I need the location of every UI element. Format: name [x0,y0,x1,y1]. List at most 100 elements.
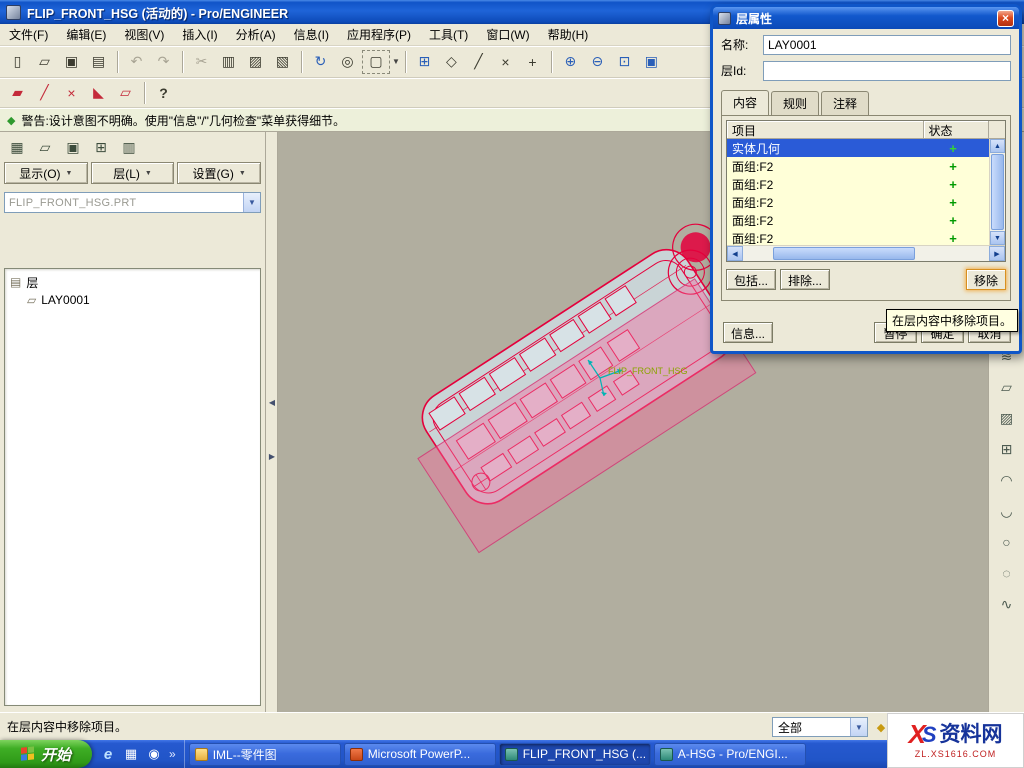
new-file-icon[interactable]: ▯ [5,50,30,74]
grid-tool-icon[interactable]: ⊞ [994,437,1020,461]
draft-tool-icon[interactable]: ▱ [994,375,1020,399]
task-powerpoint[interactable]: Microsoft PowerP... [344,743,496,766]
menu-tools[interactable]: 工具(T) [420,23,477,46]
datum-axes-toggle-icon[interactable]: ╱ [466,50,491,74]
copy-icon[interactable]: ▥ [216,50,241,74]
chevron-down-icon[interactable]: ▼ [850,718,867,736]
sketch-plane-icon[interactable]: ▱ [113,81,138,105]
scrollbar-thumb[interactable] [773,247,916,260]
open-file-icon[interactable]: ▱ [32,50,57,74]
undo-icon[interactable]: ↶ [124,50,149,74]
info-button[interactable]: 信息... [723,322,773,343]
sketch-region-icon[interactable]: ▰ [5,81,30,105]
scroll-right-icon[interactable]: ▶ [989,246,1005,261]
show-desktop-icon[interactable]: ▦ [121,744,141,764]
tree-node-lay0001[interactable]: ▱ LAY0001 [7,291,258,309]
ref-circle-tool-icon[interactable]: ◌ [994,561,1020,585]
chevron-down-icon[interactable]: ▼ [243,193,260,212]
start-button[interactable]: 开始 [0,740,92,768]
selection-filter-combo[interactable]: 全部 ▼ [772,717,868,737]
list-item[interactable]: 面组:F2 + [727,193,989,211]
datum-planes-toggle-icon[interactable]: ◇ [439,50,464,74]
app-icon[interactable] [6,5,21,20]
task-a-hsg[interactable]: A-HSG - Pro/ENGI... [654,743,806,766]
media-player-icon[interactable]: ◉ [144,744,164,764]
selection-filter-dropdown-icon[interactable]: ▼ [392,57,400,66]
internet-explorer-icon[interactable]: e [98,744,118,764]
panel-sash[interactable]: ◀ ▶ [266,132,278,712]
scroll-up-icon[interactable]: ▲ [990,139,1005,153]
menu-file[interactable]: 文件(F) [0,23,57,46]
layer-menu-button[interactable]: 层(L) ▼ [91,162,175,184]
tree-node-layers[interactable]: ▤ 层 [7,273,258,291]
regenerate-icon[interactable]: ↻ [308,50,333,74]
corner-trim-icon[interactable]: ◣ [86,81,111,105]
settings-menu-button[interactable]: 设置(G) ▼ [177,162,261,184]
menu-insert[interactable]: 插入(I) [173,23,226,46]
exclude-button[interactable]: 排除... [780,269,830,290]
scrollbar-track[interactable] [743,246,989,261]
copy-layer-icon[interactable]: ▥ [116,135,142,159]
zoom-out-icon[interactable]: ⊖ [585,50,610,74]
delete-segment-icon[interactable]: × [59,81,84,105]
menu-info[interactable]: 信息(I) [285,23,338,46]
collapse-panel-icon[interactable]: ◀ [267,390,277,414]
menu-analysis[interactable]: 分析(A) [227,23,285,46]
list-item[interactable]: 面组:F2 + [727,175,989,193]
menu-view[interactable]: 视图(V) [115,23,173,46]
layer-settings-icon[interactable]: ⊞ [88,135,114,159]
save-file-icon[interactable]: ▣ [59,50,84,74]
wave-tool-icon[interactable]: ∿ [994,592,1020,616]
vertical-scrollbar[interactable]: ▲ ▼ [989,139,1005,245]
column-header-item[interactable]: 项目 [727,121,924,138]
datum-points-toggle-icon[interactable]: × [493,50,518,74]
list-item[interactable]: 面组:F2 + [727,157,989,175]
tab-content[interactable]: 内容 [721,90,769,115]
menu-help[interactable]: 帮助(H) [539,23,598,46]
tab-notes[interactable]: 注释 [821,91,869,116]
column-header-status[interactable]: 状态 [924,121,990,138]
shade-tool-icon[interactable]: ▨ [994,406,1020,430]
list-item[interactable]: 实体几何 + [727,139,989,157]
show-menu-button[interactable]: 显示(O) ▼ [4,162,88,184]
sketch-line-icon[interactable]: ╱ [32,81,57,105]
menu-window[interactable]: 窗口(W) [477,23,538,46]
view-manager-icon[interactable]: ⊞ [412,50,437,74]
circle-tool-icon[interactable]: ○ [994,530,1020,554]
arc-up-tool-icon[interactable]: ◠ [994,468,1020,492]
tab-rules[interactable]: 规则 [771,91,819,116]
close-icon[interactable]: × [997,10,1014,27]
layer-id-input[interactable] [763,61,1011,81]
paste-special-icon[interactable]: ▧ [270,50,295,74]
expand-panel-icon[interactable]: ▶ [267,444,277,468]
datum-csys-toggle-icon[interactable]: + [520,50,545,74]
arc-down-tool-icon[interactable]: ◡ [994,499,1020,523]
remove-button[interactable]: 移除 [966,269,1006,290]
menu-edit[interactable]: 编辑(E) [57,23,115,46]
context-help-icon[interactable]: ? [151,81,176,105]
scrollbar-thumb[interactable] [991,154,1004,230]
list-item[interactable]: 面组:F2 + [727,211,989,229]
zoom-fit-icon[interactable]: ⊡ [612,50,637,74]
tree-view-toggle-icon[interactable]: ▦ [4,135,30,159]
overflow-chevron-icon[interactable]: » [167,747,178,761]
new-layer-icon[interactable]: ▣ [60,135,86,159]
scroll-left-icon[interactable]: ◀ [727,246,743,261]
horizontal-scrollbar[interactable]: ◀ ▶ [727,245,1005,261]
redo-icon[interactable]: ↷ [151,50,176,74]
layer-tree-toggle-icon[interactable]: ▱ [32,135,58,159]
model-select-combo[interactable]: FLIP_FRONT_HSG.PRT ▼ [4,192,261,213]
include-button[interactable]: 包括... [726,269,776,290]
search-icon[interactable]: ◎ [335,50,360,74]
zoom-in-icon[interactable]: ⊕ [558,50,583,74]
print-icon[interactable]: ▤ [86,50,111,74]
task-flip-front-hsg[interactable]: FLIP_FRONT_HSG (... [499,743,651,766]
selection-filter-icon[interactable]: ▢ [362,50,390,74]
paste-icon[interactable]: ▨ [243,50,268,74]
repaint-icon[interactable]: ▣ [639,50,664,74]
scroll-down-icon[interactable]: ▼ [990,231,1005,245]
menu-applications[interactable]: 应用程序(P) [338,23,420,46]
dialog-titlebar[interactable]: 层属性 × [713,7,1019,29]
layer-name-input[interactable] [763,35,1011,55]
task-iml-drawing[interactable]: IML--零件图 [189,743,341,766]
